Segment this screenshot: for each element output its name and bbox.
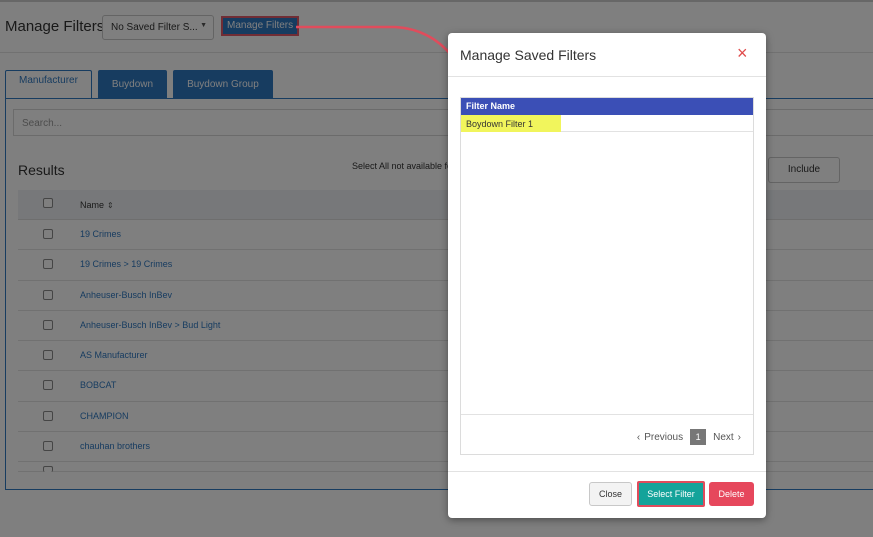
- modal-title: Manage Saved Filters: [460, 47, 597, 63]
- filter-name-cell: Boydown Filter 1: [466, 119, 534, 129]
- modal-header-divider: [448, 76, 766, 77]
- saved-filters-grid: Filter Name Boydown Filter 1 ‹ Previous …: [460, 97, 754, 455]
- close-button[interactable]: Close: [589, 482, 632, 506]
- chevron-left-icon[interactable]: ‹: [637, 432, 640, 443]
- filter-name-column-header[interactable]: Filter Name: [461, 98, 753, 115]
- previous-page-link[interactable]: Previous: [644, 432, 683, 443]
- pagination: ‹ Previous 1 Next ›: [633, 429, 745, 445]
- modal-footer-divider: [448, 471, 766, 472]
- select-filter-button[interactable]: Select Filter: [637, 481, 705, 507]
- delete-button[interactable]: Delete: [709, 482, 754, 506]
- pager-divider: [461, 414, 753, 415]
- grid-row[interactable]: Boydown Filter 1: [461, 115, 753, 132]
- close-icon[interactable]: ×: [737, 44, 748, 62]
- chevron-right-icon[interactable]: ›: [738, 432, 741, 443]
- next-page-link[interactable]: Next: [713, 432, 734, 443]
- manage-saved-filters-modal: Manage Saved Filters × Filter Name Boydo…: [448, 33, 766, 518]
- current-page-number[interactable]: 1: [690, 429, 707, 445]
